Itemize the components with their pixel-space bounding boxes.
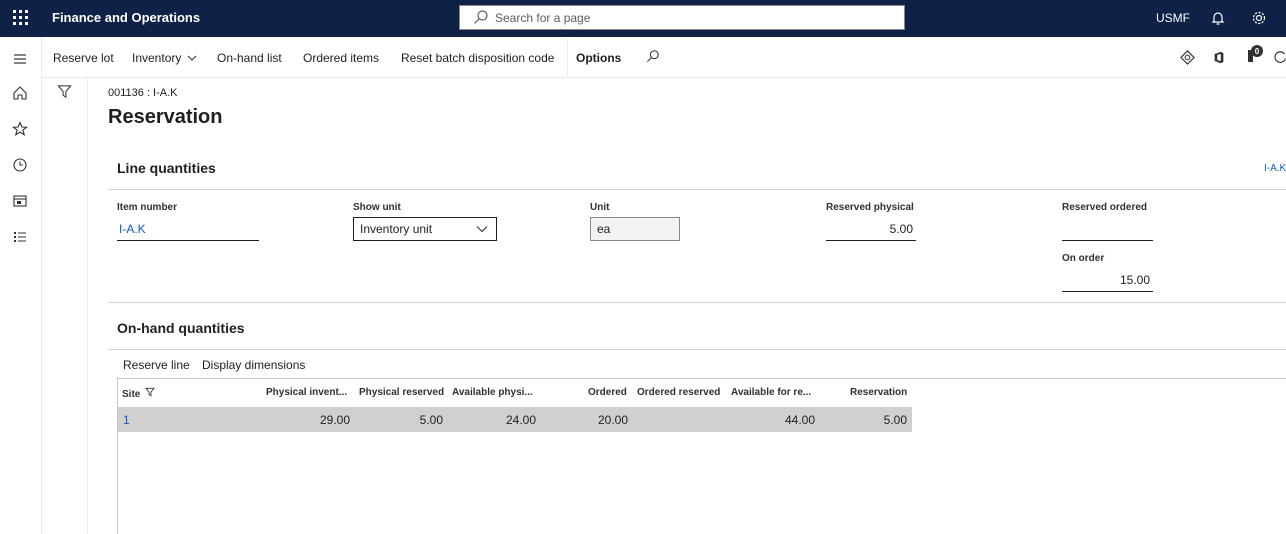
column-header-ordered-reserved[interactable]: Ordered reserved [637,387,720,398]
navigation-rail [0,37,42,534]
notification-badge-icon[interactable]: 0 [1245,44,1265,64]
filter-icon [145,387,156,397]
unit-label: Unit [590,202,610,213]
diamond-icon[interactable] [1180,50,1195,65]
search-icon[interactable] [646,49,660,63]
item-number-field[interactable]: I-A.K [117,217,259,241]
top-bar: Finance and Operations Search for a page… [0,0,1286,37]
reset-batch-disposition-code-button[interactable]: Reset batch disposition code [401,51,554,65]
cell-physical-reserved: 5.00 [419,413,443,427]
column-header-available-for-reservation[interactable]: Available for re... [731,387,811,398]
modules-icon[interactable] [12,229,28,245]
office-icon[interactable] [1212,50,1226,65]
item-number-label: Item number [117,202,178,213]
options-tab[interactable]: Options [576,51,621,65]
show-unit-label: Show unit [353,202,401,213]
reserved-physical-field[interactable]: 5.00 [826,217,916,241]
bell-icon[interactable] [1210,10,1226,26]
table-row[interactable]: 1 29.00 5.00 24.00 20.00 44.00 5.00 [118,407,912,432]
hamburger-icon[interactable] [12,51,28,67]
cell-available-physical: 24.00 [505,413,536,427]
search-icon [474,10,488,24]
reserve-line-button[interactable]: Reserve line [123,358,190,372]
app-launcher-icon[interactable] [13,10,29,26]
cell-ordered: 20.00 [597,413,628,427]
column-header-physical-inventory[interactable]: Physical invent... [266,387,347,398]
reserved-ordered-label: Reserved ordered [1062,202,1148,213]
reserved-ordered-field[interactable] [1062,217,1153,241]
star-icon[interactable] [12,121,28,137]
on-order-label: On order [1062,253,1105,264]
on-order-field[interactable]: 15.00 [1062,268,1153,292]
section-divider [108,349,1286,350]
filter-icon[interactable] [57,84,72,99]
column-header-physical-reserved[interactable]: Physical reserved [359,387,444,398]
cell-site[interactable]: 1 [123,413,130,427]
on-hand-list-button[interactable]: On-hand list [217,51,282,65]
reserve-lot-button[interactable]: Reserve lot [53,51,114,65]
inventory-menu-label: Inventory [132,51,182,65]
section-divider [108,189,1286,190]
on-hand-quantities-header[interactable]: On-hand quantities [117,320,245,336]
item-link[interactable]: I-A.K [1264,163,1286,174]
cell-reservation: 5.00 [883,413,907,427]
gear-icon[interactable] [1251,10,1267,26]
cell-physical-inventory: 29.00 [319,413,350,427]
section-divider [108,302,1286,303]
chevron-down-icon [187,55,197,61]
page-title: Reservation [108,106,223,128]
display-dimensions-button[interactable]: Display dimensions [202,358,305,372]
workspaces-icon[interactable] [12,193,28,209]
cell-available-for-reservation: 44.00 [784,413,815,427]
filter-pane [42,78,88,534]
site-column-label: Site [122,389,141,400]
refresh-icon[interactable] [1274,50,1286,65]
ordered-items-button[interactable]: Ordered items [303,51,379,65]
clock-icon[interactable] [12,157,28,173]
inventory-menu-button[interactable]: Inventory [132,51,197,65]
line-quantities-header[interactable]: Line quantities [117,160,216,176]
company-picker[interactable]: USMF [1156,11,1190,25]
show-unit-select[interactable]: Inventory unit [353,217,497,241]
show-unit-value: Inventory unit [360,222,433,236]
column-header-ordered[interactable]: Ordered [588,387,627,398]
unit-field: ea [590,217,680,241]
search-placeholder: Search for a page [495,11,591,25]
app-title[interactable]: Finance and Operations [52,10,200,25]
action-pane: Reserve lot Inventory On-hand list Order… [42,38,1286,78]
column-header-site[interactable]: Site [122,387,156,400]
column-header-available-physical[interactable]: Available physi... [452,387,533,398]
breadcrumb: 001136 : I-A.K [108,87,178,99]
badge-count: 0 [1255,47,1260,56]
separator [567,38,568,78]
search-input[interactable]: Search for a page [459,5,905,30]
chevron-down-icon [476,226,488,233]
column-header-reservation[interactable]: Reservation [850,387,907,398]
home-icon[interactable] [12,85,28,101]
on-hand-grid: Site Physical invent... Physical reserve… [117,378,1286,534]
reserved-physical-label: Reserved physical [826,202,914,213]
